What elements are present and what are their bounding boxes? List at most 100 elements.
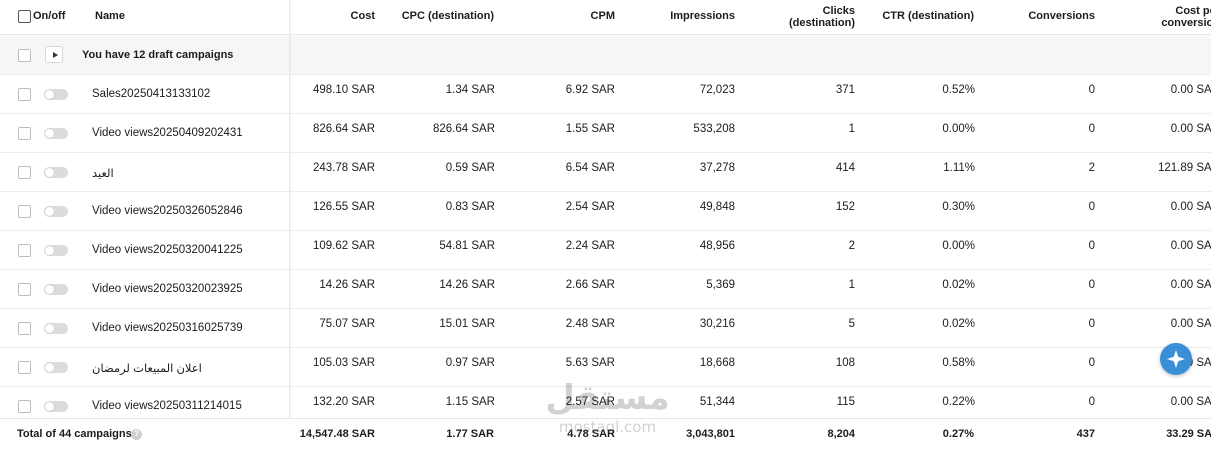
campaign-name[interactable]: Sales20250413133102 [92, 88, 210, 100]
campaign-name[interactable]: Video views20250311214015 [92, 400, 242, 412]
campaign-name[interactable]: Video views20250316025739 [92, 322, 243, 334]
col-clicks-line1: Clicks [822, 5, 855, 17]
on-off-toggle[interactable] [44, 401, 68, 412]
clicks-cell: 115 [836, 396, 855, 408]
clicks-cell: 371 [835, 84, 855, 96]
table-row[interactable]: العيد 243.78 SAR 0.59 SAR 6.54 SAR 37,278 414… [0, 153, 1211, 192]
ctr-cell: 0.00% [942, 240, 975, 252]
campaign-name[interactable]: العيد [92, 166, 114, 180]
clicks-cell: 1 [848, 279, 855, 291]
campaign-name[interactable]: Video views20250320041225 [92, 244, 243, 256]
on-off-toggle[interactable] [44, 89, 68, 100]
ctr-cell: 0.22% [942, 396, 975, 408]
total-clicks: 8,204 [827, 428, 855, 440]
cpc-cell: 1.34 SAR [445, 84, 495, 96]
impressions-cell: 18,668 [699, 357, 735, 369]
ctr-cell: 0.58% [942, 357, 975, 369]
total-ctr: 0.27% [942, 428, 974, 440]
col-cost[interactable]: Cost [300, 10, 375, 22]
cost-cell: 132.20 SAR [312, 396, 375, 408]
impressions-cell: 51,344 [699, 396, 735, 408]
campaign-name[interactable]: Video views20250409202431 [92, 127, 243, 139]
cost-cell: 126.55 SAR [312, 201, 375, 213]
cost-cell: 826.64 SAR [312, 123, 375, 135]
total-cost: 14,547.48 SAR [299, 428, 375, 440]
cpc-cell: 0.97 SAR [445, 357, 495, 369]
select-all-checkbox[interactable] [18, 10, 31, 23]
on-off-toggle[interactable] [44, 362, 68, 373]
row-checkbox[interactable] [18, 205, 31, 218]
draft-row-checkbox[interactable] [18, 49, 31, 62]
cpm-cell: 6.54 SAR [565, 162, 615, 174]
total-cpm: 4.78 SAR [567, 428, 615, 440]
cpm-cell: 2.24 SAR [565, 240, 615, 252]
caret-right-icon[interactable] [45, 46, 63, 63]
ctr-cell: 0.52% [942, 84, 975, 96]
row-checkbox[interactable] [18, 400, 31, 413]
table-row[interactable]: Sales20250413133102 498.10 SAR 1.34 SAR 6.9… [0, 75, 1211, 114]
sticky-column-divider [289, 0, 291, 449]
col-on-off[interactable]: On/off [33, 10, 65, 22]
table-header: On/off Name Cost CPC (destination) CPM I… [0, 0, 1211, 35]
total-conversions: 437 [1076, 428, 1095, 440]
cpm-cell: 6.92 SAR [565, 84, 615, 96]
ctr-cell: 0.02% [942, 279, 975, 291]
col-cost-per-conversion[interactable]: Cost per conversion [1130, 5, 1211, 29]
col-cpc[interactable]: CPC (destination) [385, 10, 494, 22]
table-row[interactable]: Video views20250326052846 126.55 SAR 0.83 … [0, 192, 1211, 231]
conversions-cell: 0 [1088, 123, 1095, 135]
cpm-cell: 2.57 SAR [565, 396, 615, 408]
conversions-cell: 0 [1088, 318, 1095, 330]
row-checkbox[interactable] [18, 283, 31, 296]
row-checkbox[interactable] [18, 322, 31, 335]
campaign-name[interactable]: Video views20250326052846 [92, 205, 243, 217]
col-cost-per-line1: Cost per [1175, 5, 1211, 17]
clicks-cell: 1 [848, 123, 855, 135]
cost-per-conversion-cell: 0.00 SAR [1170, 84, 1211, 96]
col-clicks[interactable]: Clicks (destination) [770, 5, 855, 29]
row-checkbox[interactable] [18, 127, 31, 140]
ctr-cell: 0.00% [942, 123, 975, 135]
on-off-toggle[interactable] [44, 128, 68, 139]
cpc-cell: 0.83 SAR [445, 201, 495, 213]
campaigns-table: On/off Name Cost CPC (destination) CPM I… [0, 0, 1211, 449]
col-name[interactable]: Name [95, 10, 125, 22]
sparkle-icon [1167, 350, 1185, 368]
table-row[interactable]: Video views20250316025739 75.07 SAR 15.01 … [0, 309, 1211, 348]
campaign-name[interactable]: اعلان المبيعات لرمضان [92, 361, 202, 375]
cost-per-conversion-cell: 121.89 SAR [1157, 162, 1211, 174]
cost-per-conversion-cell: 0.00 SAR [1170, 240, 1211, 252]
cost-cell: 243.78 SAR [312, 162, 375, 174]
cost-cell: 109.62 SAR [312, 240, 375, 252]
on-off-toggle[interactable] [44, 167, 68, 178]
table-row[interactable]: Video views20250320041225 109.62 SAR 54.81… [0, 231, 1211, 270]
row-checkbox[interactable] [18, 361, 31, 374]
col-cost-per-line2: conversion [1161, 17, 1211, 29]
col-cpm[interactable]: CPM [540, 10, 615, 22]
impressions-cell: 30,216 [699, 318, 735, 330]
table-row[interactable]: اعلان المبيعات لرمضان 105.03 SAR 0.97 SAR 5… [0, 348, 1211, 387]
col-ctr[interactable]: CTR (destination) [860, 10, 974, 22]
row-checkbox[interactable] [18, 166, 31, 179]
draft-campaigns-row[interactable]: You have 12 draft campaigns [0, 36, 1211, 75]
clicks-cell: 5 [848, 318, 855, 330]
impressions-cell: 37,278 [699, 162, 735, 174]
col-impressions[interactable]: Impressions [640, 10, 735, 22]
row-checkbox[interactable] [18, 244, 31, 257]
col-conversions[interactable]: Conversions [1000, 10, 1095, 22]
on-off-toggle[interactable] [44, 284, 68, 295]
question-circle-icon[interactable] [131, 428, 142, 440]
row-checkbox[interactable] [18, 88, 31, 101]
assistant-button[interactable] [1160, 343, 1192, 375]
campaign-name[interactable]: Video views20250320023925 [92, 283, 243, 295]
cpc-cell: 14.26 SAR [439, 279, 495, 291]
table-row[interactable]: Video views20250409202431 826.64 SAR 826.6… [0, 114, 1211, 153]
on-off-toggle[interactable] [44, 323, 68, 334]
on-off-toggle[interactable] [44, 206, 68, 217]
table-row[interactable]: Video views20250320023925 14.26 SAR 14.26 … [0, 270, 1211, 309]
conversions-cell: 0 [1088, 84, 1095, 96]
on-off-toggle[interactable] [44, 245, 68, 256]
conversions-cell: 0 [1088, 240, 1095, 252]
ctr-cell: 1.11% [943, 162, 975, 174]
cost-per-conversion-cell: 0.00 SAR [1170, 318, 1211, 330]
